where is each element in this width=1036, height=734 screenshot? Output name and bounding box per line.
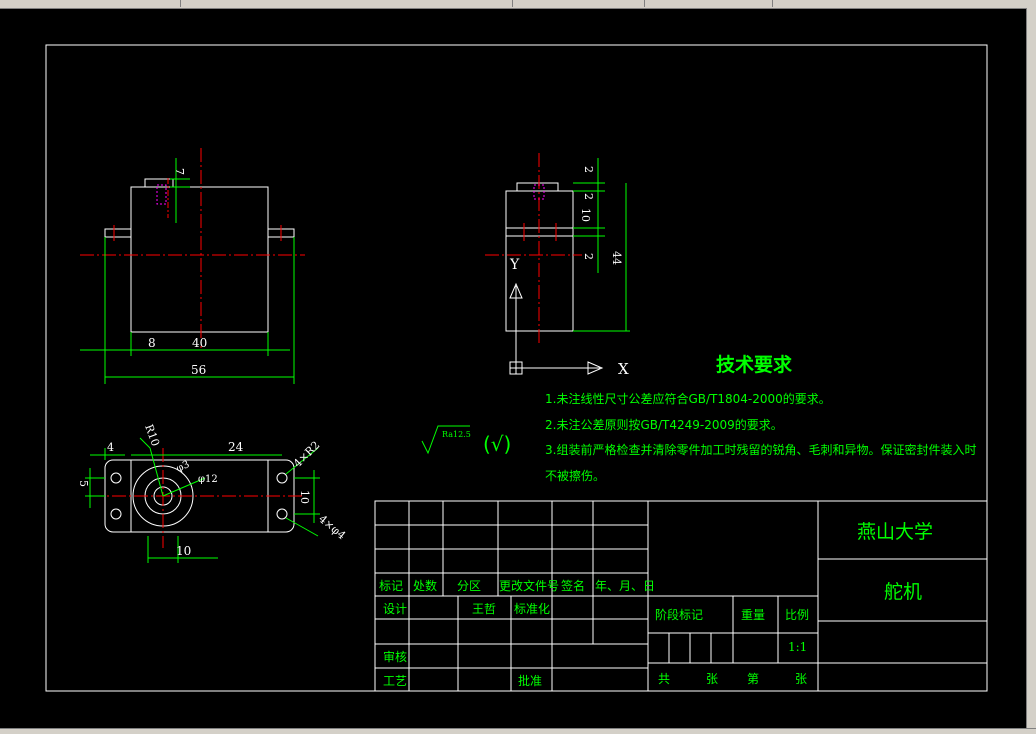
roughness-value: Ra12.5 — [442, 430, 471, 439]
top-view: 24 4 5 R10 φ3 φ12 4×R2 4×φ4 10 10 — [77, 423, 348, 563]
tb-stage-mark: 阶段标记 — [655, 607, 703, 622]
side-dim-10: 10 — [579, 208, 592, 222]
front-left-flange — [104, 228, 132, 238]
tb-sheets: 张 — [706, 672, 718, 686]
ucs-x-label: X — [618, 360, 629, 378]
tb-header: 标记 — [379, 579, 403, 593]
tb-weight: 重量 — [741, 608, 765, 622]
front-body-outline — [130, 186, 269, 333]
tb-header: 分区 — [457, 579, 481, 593]
tb-header: 签名 — [561, 578, 585, 593]
toolbar-segment[interactable] — [182, 0, 513, 7]
toolbar-segment[interactable] — [0, 0, 181, 7]
tb-standardize: 标准化 — [514, 602, 550, 616]
front-hidden-hole — [156, 184, 167, 205]
top-dim-phi12: φ12 — [198, 474, 218, 485]
front-view: 8 40 56 7 — [80, 148, 305, 384]
tech-req-item: 2.未注公差原则按GB/T4249-2009的要求。 — [545, 417, 783, 432]
front-dim-56: 56 — [191, 363, 206, 377]
tech-req-item: 不被擦伤。 — [545, 469, 605, 483]
side-dim-44: 44 — [610, 251, 623, 265]
tech-req-title: 技术要求 — [716, 353, 793, 376]
tb-review: 审核 — [383, 649, 407, 664]
tb-header: 年、月、日 — [595, 579, 655, 593]
ucs-y-label: Y — [509, 257, 520, 273]
top-dim-phi3: φ3 — [175, 459, 192, 475]
tb-header: 处数 — [413, 578, 437, 593]
top-dim-r10: R10 — [142, 423, 162, 448]
front-dim-7: 7 — [173, 168, 186, 175]
toolbar-segment[interactable] — [514, 0, 645, 7]
front-boss — [144, 178, 174, 188]
top-hole-br — [276, 508, 288, 520]
tb-design-label: 设计 — [383, 602, 407, 616]
side-dim-2c: 2 — [582, 253, 595, 260]
side-boss — [516, 182, 559, 192]
side-dim-2a: 2 — [582, 166, 595, 173]
tb-total: 共 — [658, 672, 670, 686]
front-dim-8: 8 — [148, 336, 156, 350]
ucs-icon — [509, 282, 604, 375]
side-dim-2b: 2 — [582, 193, 595, 200]
tb-sheet-no: 第 — [747, 672, 759, 686]
top-dim-5: 5 — [77, 480, 90, 487]
toolbar-segment[interactable] — [648, 0, 773, 7]
tech-req-item: 3.组装前严格检查并清除零件加工时残留的锐角、毛刺和异物。保证密封件装入时 — [545, 442, 976, 457]
vertical-scrollbar[interactable] — [1026, 8, 1036, 733]
top-dim-10v: 10 — [298, 490, 311, 504]
top-hole-tl — [110, 472, 122, 484]
tb-designer: 王哲 — [472, 602, 496, 616]
university-name: 燕山大学 — [857, 521, 933, 543]
horizontal-scrollbar[interactable] — [0, 728, 1036, 734]
top-dim-4: 4 — [107, 441, 114, 454]
tb-scale-label: 比例 — [785, 608, 809, 622]
top-hole-bl — [110, 508, 122, 520]
top-dim-4phi4: 4×φ4 — [316, 512, 348, 542]
side-view: 2 2 10 2 44 — [485, 153, 630, 343]
tb-approve: 批准 — [518, 673, 542, 688]
top-dim-4r2: 4×R2 — [291, 439, 322, 470]
roughness-mark: (√) — [483, 432, 511, 456]
top-hole-tr — [276, 472, 288, 484]
part-name: 舵机 — [884, 581, 922, 603]
top-dim-10h: 10 — [176, 544, 191, 558]
tb-sheet-unit: 张 — [795, 672, 807, 686]
front-dim-40: 40 — [192, 336, 207, 350]
tb-scale-value: 1:1 — [788, 640, 807, 654]
tb-header: 更改文件号 — [499, 578, 559, 593]
top-dim-24: 24 — [228, 440, 244, 454]
tb-process: 工艺 — [383, 674, 407, 688]
tech-req-item: 1.未注线性尺寸公差应符合GB/T1804-2000的要求。 — [545, 391, 831, 406]
cad-drawing-canvas[interactable]: 8 40 56 7 2 2 10 2 44 Y X 24 4 5 R10 φ3 … — [0, 8, 1026, 728]
